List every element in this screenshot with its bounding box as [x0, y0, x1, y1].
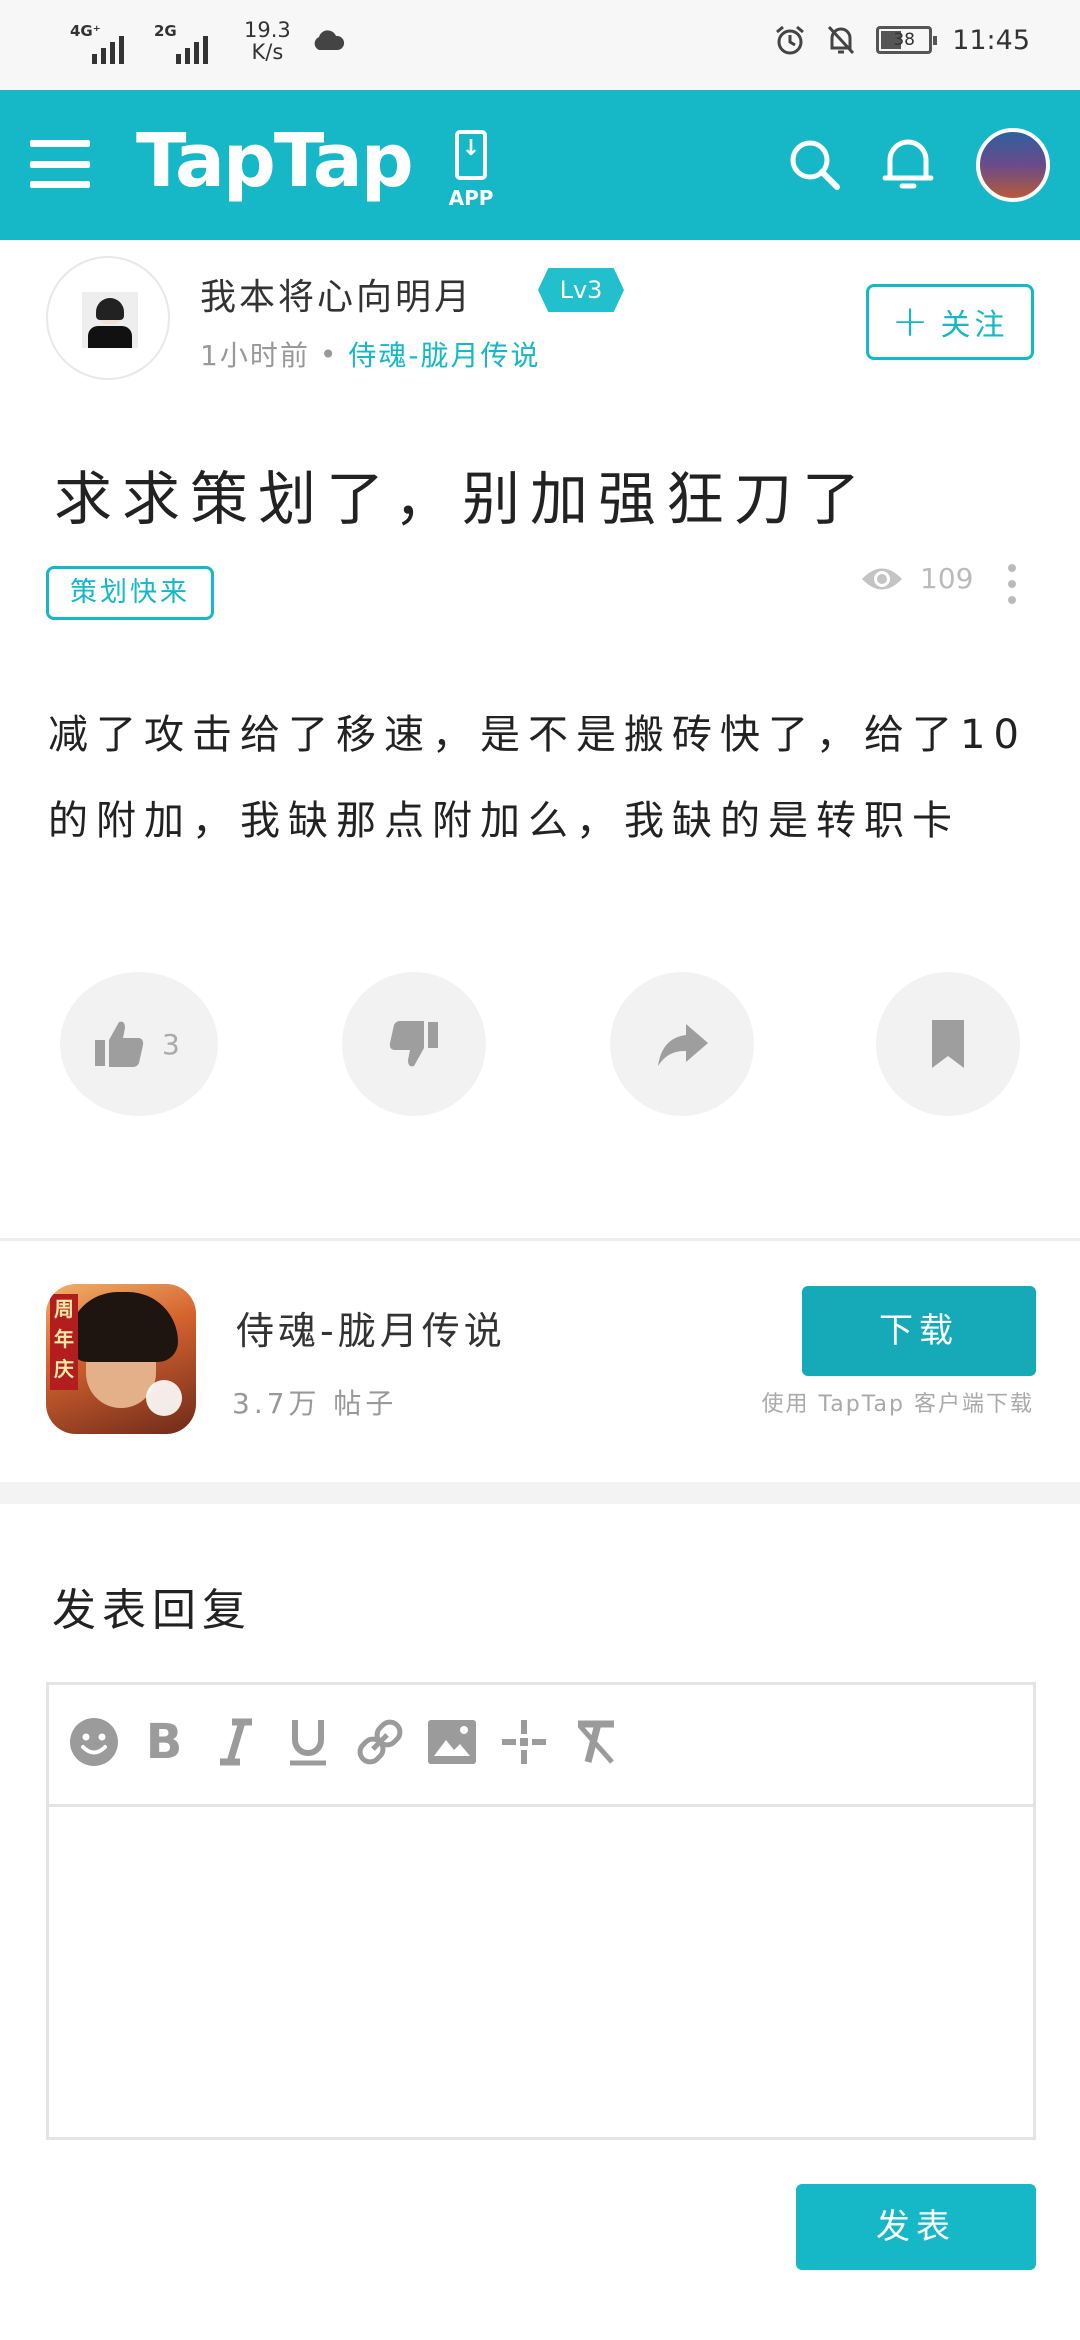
like-count: 3	[162, 1028, 180, 1061]
app-label: APP	[448, 186, 494, 210]
view-count: 109	[860, 562, 973, 595]
more-options-icon[interactable]	[1006, 564, 1018, 604]
menu-icon[interactable]	[30, 140, 90, 188]
notification-bell-icon[interactable]	[880, 134, 936, 194]
taptap-logo[interactable]: TapTap	[136, 118, 414, 204]
battery-icon: 38	[876, 26, 938, 54]
download-hint: 使用 TapTap 客户端下载	[761, 1392, 1034, 1417]
user-avatar[interactable]	[976, 128, 1050, 202]
post-body-line: 的附加，我缺那点附加么，我缺的是转职卡	[48, 798, 960, 844]
image-icon[interactable]	[423, 1713, 481, 1771]
status-time: 11:45	[952, 24, 1030, 56]
post-tag[interactable]: 策划快来	[46, 566, 214, 620]
reply-heading: 发表回复	[52, 1585, 252, 1636]
clear-format-icon[interactable]	[567, 1713, 625, 1771]
cellular-signal-2-icon: 2G	[154, 18, 224, 64]
author-name[interactable]: 我本将心向明月	[200, 268, 473, 320]
download-button[interactable]: 下载	[802, 1286, 1036, 1376]
reply-textarea[interactable]	[49, 1810, 1033, 2137]
follow-button[interactable]: + 关注	[866, 284, 1034, 360]
emoji-icon[interactable]	[65, 1713, 123, 1771]
section-divider	[0, 1482, 1080, 1504]
alarm-icon	[776, 25, 805, 55]
network-type-2-label: 2G	[154, 22, 177, 40]
battery-level: 38	[893, 30, 915, 50]
dislike-button[interactable]	[342, 972, 486, 1116]
cellular-signal-icon: 4G⁺	[70, 18, 140, 64]
game-name[interactable]: 侍魂-胧月传说	[236, 1300, 506, 1355]
italic-icon[interactable]	[207, 1713, 265, 1771]
post-title: 求求策划了，别加强狂刀了	[54, 465, 871, 533]
mute-bell-icon	[828, 25, 855, 55]
network-speed: 19.3 K/s	[244, 19, 291, 63]
meta-separator: •	[319, 337, 339, 371]
view-count-value: 109	[920, 562, 974, 595]
follow-label: 关注	[940, 308, 1009, 343]
app-download-button[interactable]: ↓ APP	[446, 130, 496, 210]
share-arrow-icon	[658, 1024, 708, 1066]
game-icon-banner: 周年庆	[50, 1294, 78, 1390]
game-icon[interactable]: 周年庆	[46, 1284, 196, 1434]
cloud-icon	[314, 30, 344, 50]
network-speed-value: 19.3	[244, 18, 291, 42]
plus-icon: +	[891, 296, 929, 347]
move-icon[interactable]	[495, 1713, 553, 1771]
app-header: TapTap ↓ APP	[0, 90, 1080, 240]
bookmark-button[interactable]	[876, 972, 1020, 1116]
post-game-link[interactable]: 侍魂-胧月传说	[348, 334, 540, 374]
underline-icon[interactable]	[279, 1713, 337, 1771]
author-avatar[interactable]	[46, 256, 170, 380]
publish-button[interactable]: 发表	[796, 2184, 1036, 2270]
post-body: 减了攻击给了移速，是不是搬砖快了，给了10 的附加，我缺那点附加么，我缺的是转职…	[48, 692, 1038, 864]
search-icon[interactable]	[786, 136, 842, 192]
link-icon[interactable]	[351, 1713, 409, 1771]
status-bar: 4G⁺ 2G 19.3 K/s 38 11:45	[0, 0, 1080, 90]
level-badge: Lv3	[538, 268, 624, 312]
bold-icon[interactable]: B	[135, 1713, 193, 1771]
network-speed-unit: K/s	[251, 40, 284, 64]
post-meta: 1小时前 • 侍魂-胧月传说	[200, 334, 540, 374]
thumbs-up-icon	[95, 1021, 144, 1067]
like-button[interactable]	[60, 972, 218, 1116]
divider	[0, 1238, 1080, 1241]
post-body-line: 减了攻击给了移速，是不是搬砖快了，给了10	[48, 712, 1027, 758]
eye-icon	[862, 568, 902, 589]
editor-toolbar: B	[49, 1685, 1033, 1807]
bookmark-icon	[932, 1020, 964, 1068]
share-button[interactable]	[610, 972, 754, 1116]
game-post-count: 3.7万 帖子	[232, 1387, 398, 1420]
thumbs-down-icon	[389, 1021, 438, 1067]
reply-editor: B	[46, 1682, 1036, 2140]
post-time: 1小时前	[200, 339, 310, 372]
